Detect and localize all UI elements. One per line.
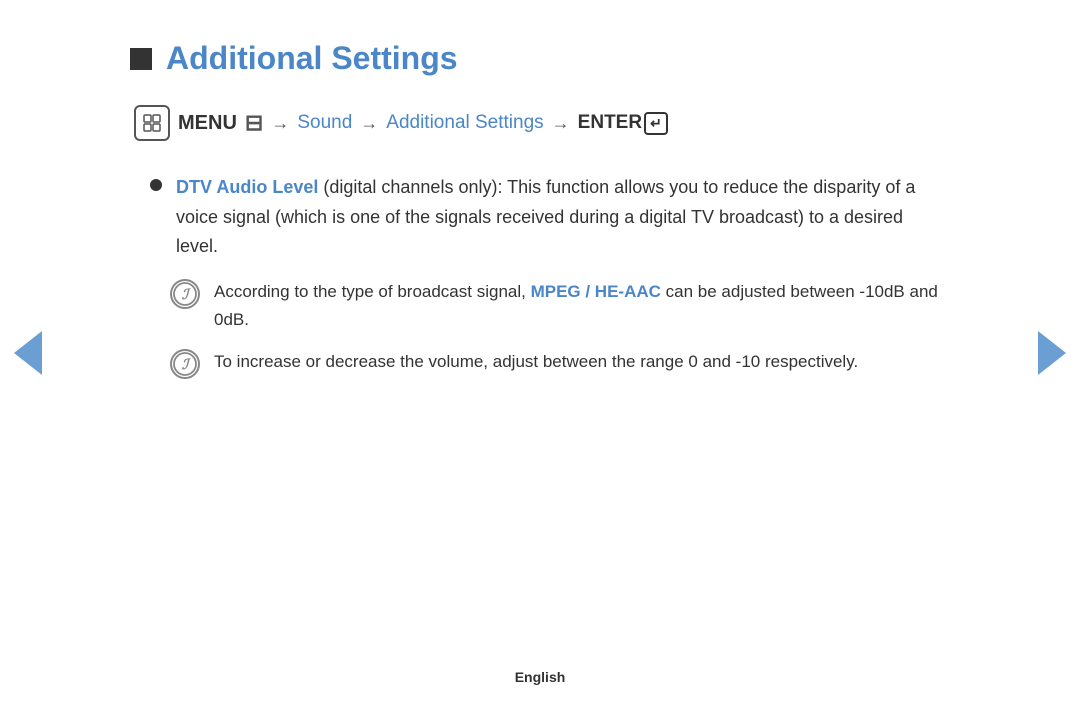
note-item-1: ℐ According to the type of broadcast sig… — [170, 278, 950, 334]
note-text-1: According to the type of broadcast signa… — [214, 278, 950, 334]
note-icon-1: ℐ — [170, 279, 200, 309]
svg-text:ℐ: ℐ — [182, 358, 192, 373]
nav-arrow-right[interactable] — [1038, 331, 1066, 375]
title-row: Additional Settings — [130, 40, 950, 77]
title-square-icon — [130, 48, 152, 70]
bullet-item: DTV Audio Level (digital channels only):… — [150, 173, 950, 262]
svg-text:ℐ: ℐ — [182, 288, 192, 303]
nav-arrow-left[interactable] — [14, 331, 42, 375]
arrow-1: → — [271, 113, 289, 134]
menu-sound: Sound — [297, 112, 352, 134]
enter-icon: ↵ — [644, 112, 668, 135]
dtv-audio-level-term: DTV Audio Level — [176, 177, 318, 197]
menu-label: MENU — [178, 112, 237, 135]
menu-additional: Additional Settings — [386, 112, 543, 134]
note-1-highlight: MPEG / HE-AAC — [531, 282, 661, 301]
arrow-3: → — [552, 113, 570, 134]
page-title: Additional Settings — [166, 40, 458, 77]
footer-language: English — [515, 669, 566, 685]
menu-enter: ENTER↵ — [578, 112, 668, 135]
note-item-2: ℐ To increase or decrease the volume, ad… — [170, 348, 950, 379]
bullet-section: DTV Audio Level (digital channels only):… — [150, 173, 950, 379]
note-text-2: To increase or decrease the volume, adju… — [214, 348, 858, 376]
bullet-dot-icon — [150, 179, 162, 191]
note-1-before: According to the type of broadcast signa… — [214, 282, 531, 301]
menu-bars-icon: ⊟ — [245, 110, 263, 136]
menu-path: MENU ⊟ → Sound → Additional Settings → E… — [134, 105, 950, 141]
bullet-text: DTV Audio Level (digital channels only):… — [176, 173, 950, 262]
menu-icon — [134, 105, 170, 141]
note-icon-2: ℐ — [170, 349, 200, 379]
arrow-2: → — [360, 113, 378, 134]
